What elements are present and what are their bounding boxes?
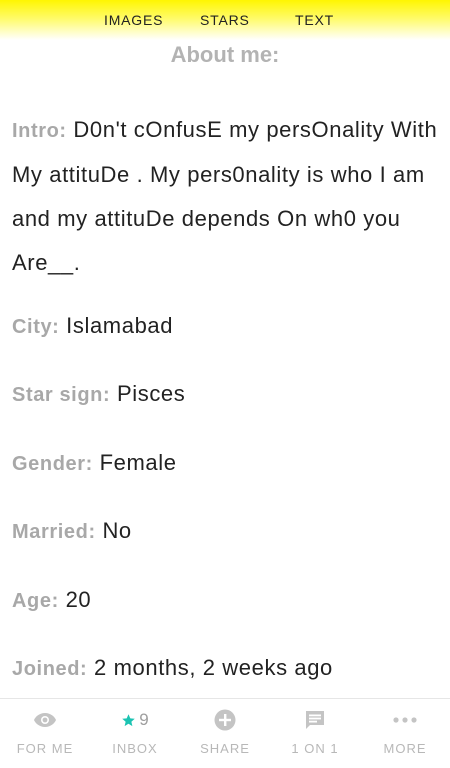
top-tab-bar: IMAGES STARS TEXT — [0, 0, 450, 40]
app-root: IMAGES STARS TEXT About me: Intro: D0n't… — [0, 0, 450, 768]
nav-for-me[interactable]: FOR ME — [0, 699, 90, 768]
nav-inbox-label: INBOX — [112, 741, 158, 756]
intro-row: Intro: D0n't cOnfusE my persOnality With… — [12, 108, 442, 285]
gender-value: Female — [99, 450, 177, 475]
bottom-navigation: FOR ME 9 INBOX SHARE 1 ON 1 MORE — [0, 698, 450, 768]
tab-stars[interactable]: STARS — [200, 12, 250, 28]
star-sign-row: Star sign: Pisces — [12, 372, 185, 417]
eye-icon — [0, 709, 90, 731]
tab-images[interactable]: IMAGES — [104, 12, 163, 28]
nav-share[interactable]: SHARE — [180, 699, 270, 768]
intro-value: D0n't cOnfusE my persOnality With My att… — [12, 117, 438, 275]
more-dots-icon — [360, 709, 450, 731]
age-value: 20 — [65, 587, 92, 612]
nav-more-label: MORE — [383, 741, 427, 756]
gender-label: Gender: — [12, 453, 93, 475]
city-row: City: Islamabad — [12, 304, 173, 349]
chat-bubble-icon — [270, 709, 360, 731]
joined-value: 2 months, 2 weeks ago — [94, 655, 333, 680]
age-label: Age: — [12, 590, 59, 612]
star-icon — [122, 713, 136, 726]
gender-row: Gender: Female — [12, 441, 177, 486]
star-sign-value: Pisces — [116, 381, 186, 406]
star-sign-label: Star sign: — [12, 384, 111, 406]
age-row: Age: 20 — [12, 578, 91, 623]
nav-one-on-one-label: 1 ON 1 — [291, 741, 339, 756]
nav-one-on-one[interactable]: 1 ON 1 — [270, 699, 360, 768]
city-value: Islamabad — [66, 313, 174, 338]
inbox-indicator: 9 — [90, 709, 180, 731]
married-row: Married: No — [12, 509, 132, 554]
married-value: No — [102, 518, 132, 543]
nav-share-label: SHARE — [200, 741, 250, 756]
joined-label: Joined: — [12, 658, 88, 680]
intro-label: Intro: — [12, 120, 67, 142]
city-label: City: — [12, 316, 60, 338]
inbox-count: 9 — [139, 710, 149, 729]
tab-text[interactable]: TEXT — [295, 12, 334, 28]
nav-for-me-label: FOR ME — [16, 741, 74, 756]
plus-circle-icon — [180, 709, 270, 731]
married-label: Married: — [12, 521, 96, 543]
nav-inbox[interactable]: 9 INBOX — [90, 699, 180, 768]
joined-row: Joined: 2 months, 2 weeks ago — [12, 646, 333, 691]
nav-more[interactable]: MORE — [360, 699, 450, 768]
section-title: About me: — [170, 42, 280, 67]
